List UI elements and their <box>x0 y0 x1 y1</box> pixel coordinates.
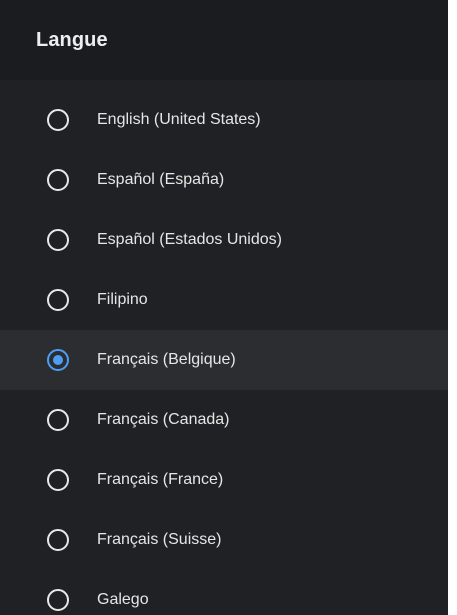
radio-dot <box>52 354 63 365</box>
radio-checked-icon[interactable] <box>47 349 69 371</box>
language-panel: Langue English (United States) Español (… <box>0 0 448 615</box>
language-label: Français (Suisse) <box>97 531 222 548</box>
language-option-galego[interactable]: Galego <box>0 570 448 615</box>
language-label: Galego <box>97 591 149 608</box>
language-label: Français (Canada) <box>97 411 230 428</box>
language-list: English (United States) Español (España)… <box>0 90 448 615</box>
panel-header: Langue <box>0 0 448 80</box>
radio-unchecked-icon[interactable] <box>47 469 69 491</box>
language-option-espanol-espana[interactable]: Español (España) <box>0 150 448 210</box>
language-label: Français (France) <box>97 471 224 488</box>
language-option-francais-belgique[interactable]: Français (Belgique) <box>0 330 448 390</box>
language-label: Español (España) <box>97 171 225 188</box>
panel-title: Langue <box>36 29 108 51</box>
radio-unchecked-icon[interactable] <box>47 529 69 551</box>
language-option-francais-france[interactable]: Français (France) <box>0 450 448 510</box>
language-label: Español (Estados Unidos) <box>97 231 282 248</box>
radio-unchecked-icon[interactable] <box>47 289 69 311</box>
language-option-francais-suisse[interactable]: Français (Suisse) <box>0 510 448 570</box>
radio-unchecked-icon[interactable] <box>47 589 69 611</box>
language-option-francais-canada[interactable]: Français (Canada) <box>0 390 448 450</box>
radio-unchecked-icon[interactable] <box>47 109 69 131</box>
radio-unchecked-icon[interactable] <box>47 169 69 191</box>
language-label: Filipino <box>97 291 148 308</box>
radio-unchecked-icon[interactable] <box>47 229 69 251</box>
language-label: Français (Belgique) <box>97 351 236 368</box>
language-option-espanol-estados-unidos[interactable]: Español (Estados Unidos) <box>0 210 448 270</box>
screen: Langue English (United States) Español (… <box>0 0 457 615</box>
radio-unchecked-icon[interactable] <box>47 409 69 431</box>
language-label: English (United States) <box>97 111 261 128</box>
language-option-filipino[interactable]: Filipino <box>0 270 448 330</box>
language-option-english-us[interactable]: English (United States) <box>0 90 448 150</box>
